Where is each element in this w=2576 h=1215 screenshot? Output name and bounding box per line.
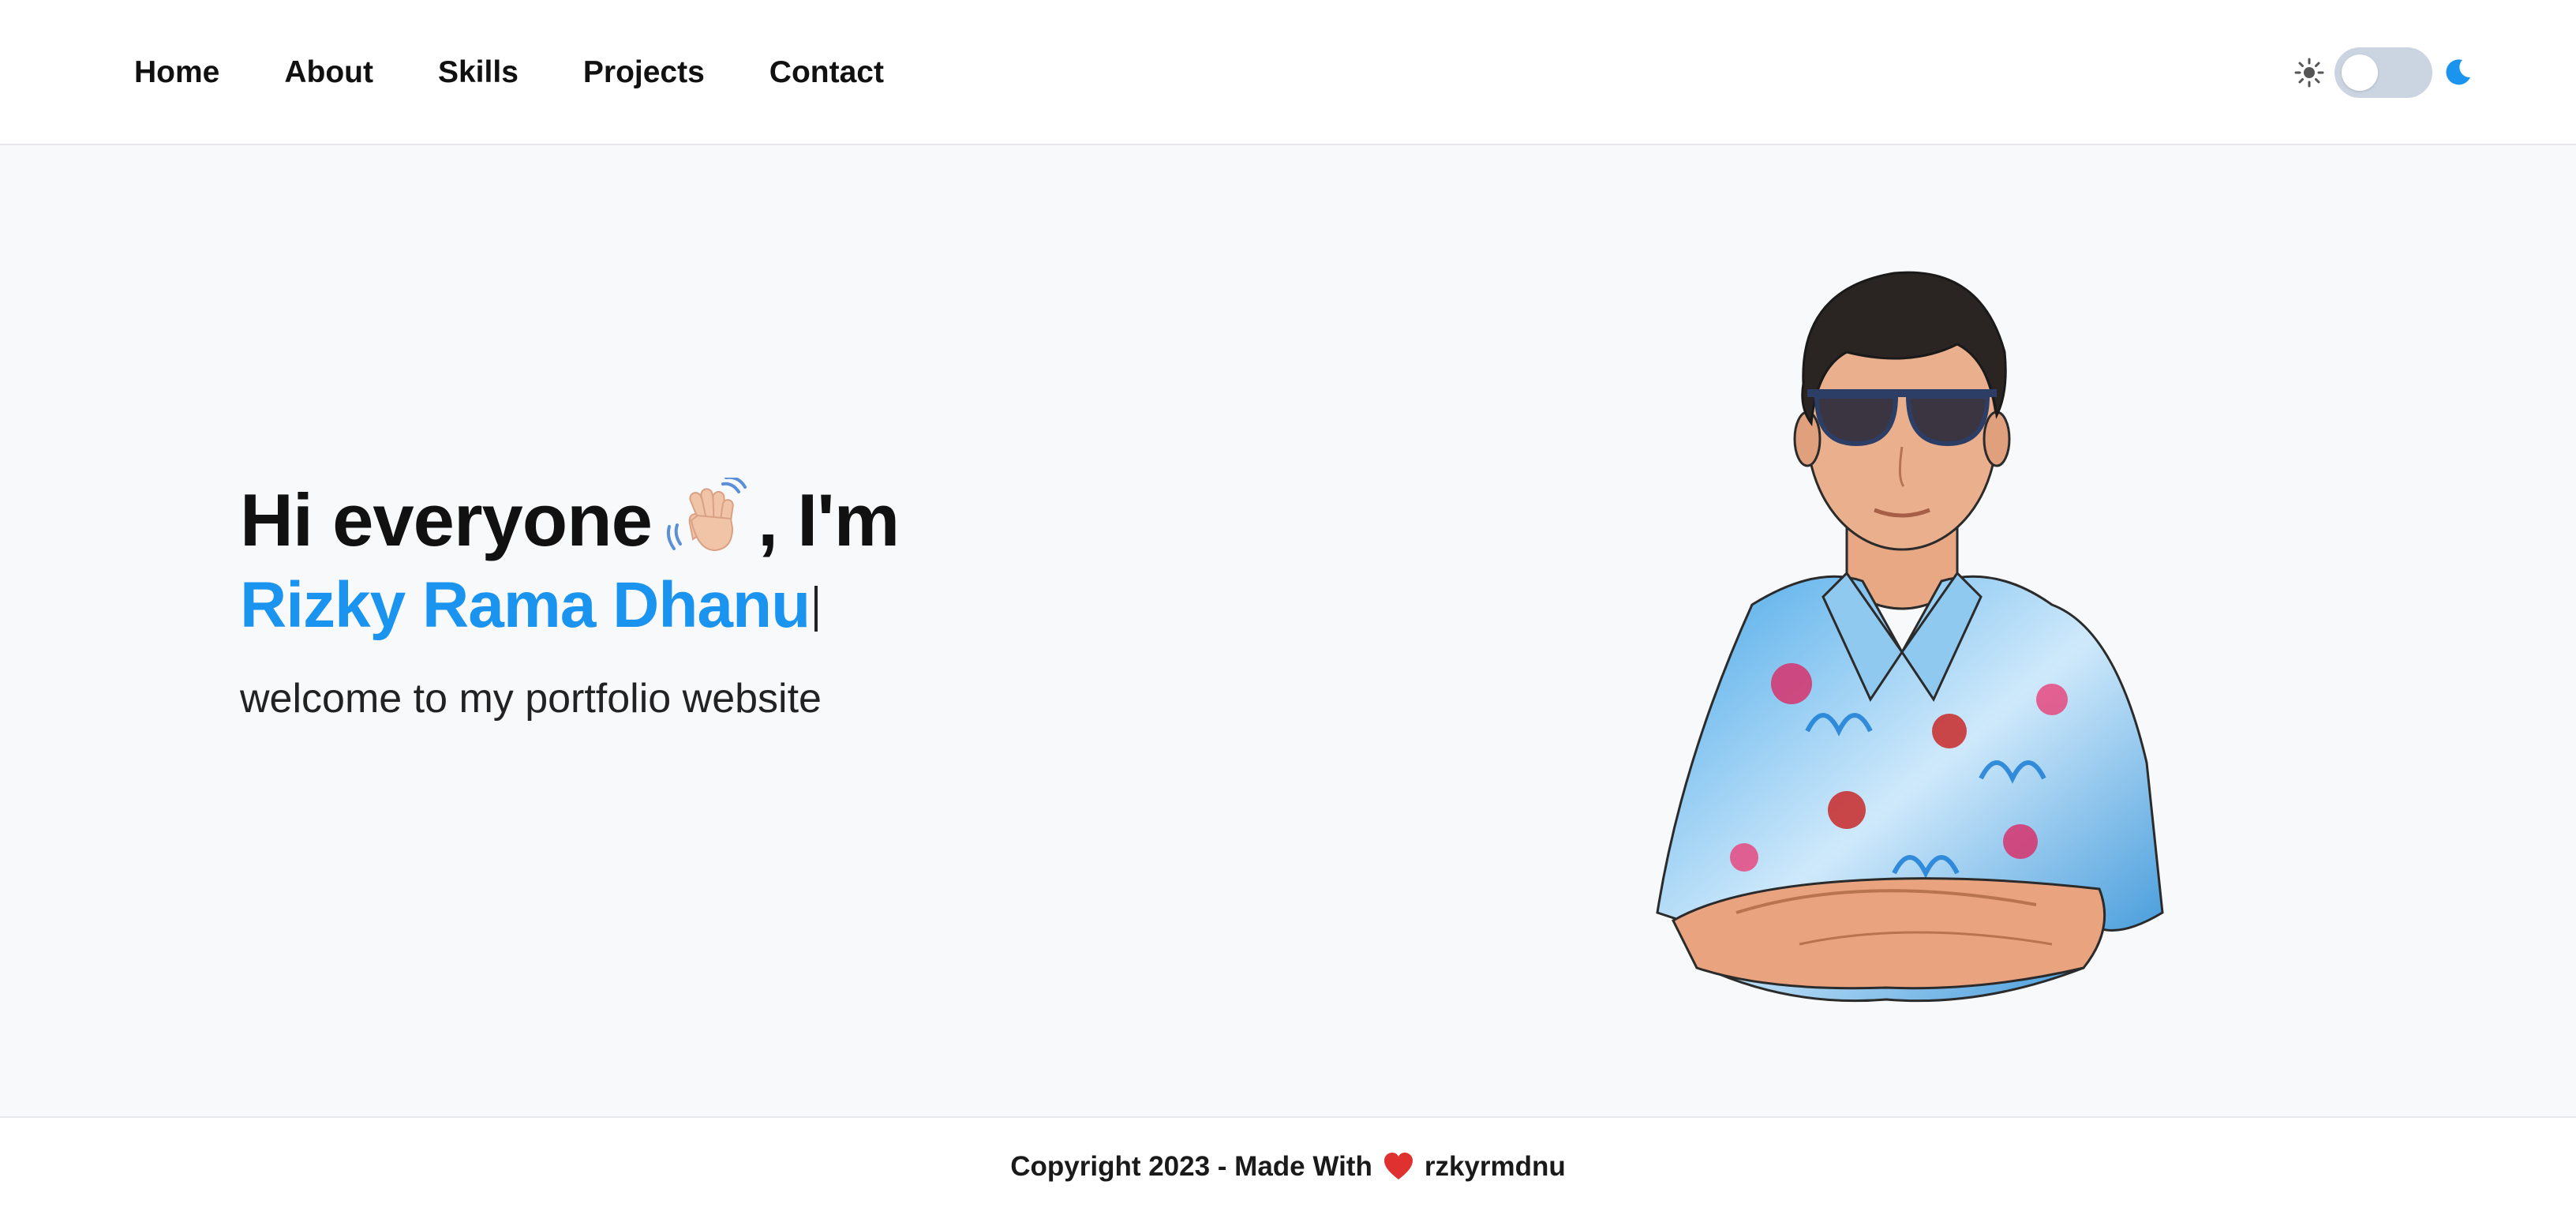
hero-tagline: welcome to my portfolio website [240,676,822,722]
hero-greeting: Hi everyone , I'm [240,478,900,563]
greeting-suffix: , I'm [757,478,900,561]
theme-toggle [2293,43,2473,102]
hero-name-text: Rizky Rama Dhanu [240,569,811,641]
nav-link-contact[interactable]: Contact [769,55,884,90]
sun-icon [2294,58,2324,88]
hero-name: Rizky Rama Dhanu [240,568,818,643]
nav-link-home[interactable]: Home [134,55,219,90]
footer: Copyright 2023 - Made With rzkyrmdnu [0,1116,2576,1215]
heart-icon [1383,1152,1413,1179]
nav-link-skills[interactable]: Skills [438,55,519,90]
nav-link-about[interactable]: About [284,55,373,90]
author-handle[interactable]: rzkyrmdnu [1425,1151,1566,1183]
navbar: Home About Skills Projects Contact [0,0,2576,145]
theme-switch-knob [2342,54,2378,91]
typing-cursor [814,586,818,632]
nav-links: Home About Skills Projects Contact [134,0,884,145]
theme-switch[interactable] [2334,47,2432,98]
nav-link-projects[interactable]: Projects [583,55,705,90]
waving-hand-icon [666,478,747,552]
avatar-illustration [1656,271,2164,1003]
greeting-prefix: Hi everyone [240,478,653,561]
moon-icon [2446,59,2470,85]
copyright-text: Copyright 2023 - Made With [1010,1150,1372,1182]
